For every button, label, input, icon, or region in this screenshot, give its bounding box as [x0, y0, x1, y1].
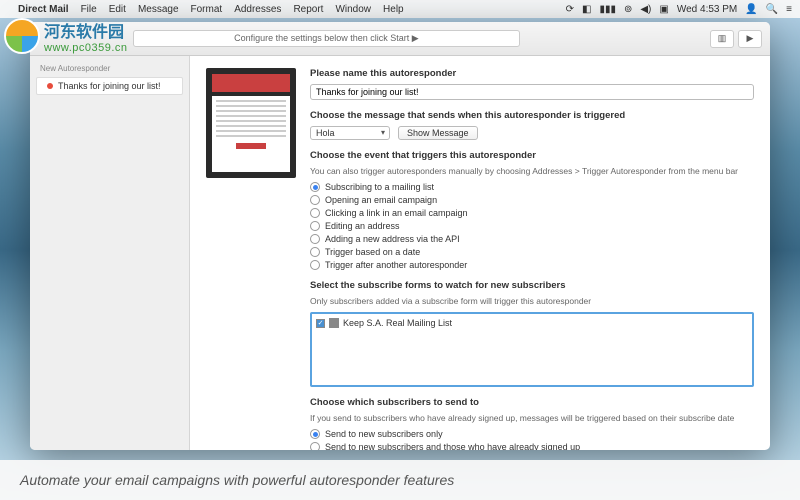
- menu-message[interactable]: Message: [138, 4, 179, 15]
- event-option-click[interactable]: Clicking a link in an email campaign: [310, 208, 754, 218]
- menu-file[interactable]: File: [81, 4, 97, 15]
- event-option-edit[interactable]: Editing an address: [310, 221, 754, 231]
- radio-icon: [310, 429, 320, 439]
- show-message-button[interactable]: Show Message: [398, 126, 478, 140]
- message-section-title: Choose the message that sends when this …: [310, 110, 754, 121]
- app-name[interactable]: Direct Mail: [18, 4, 69, 15]
- wifi-icon[interactable]: ⊚: [624, 4, 632, 15]
- volume-icon[interactable]: ◀): [640, 4, 651, 15]
- sidebar: New Autoresponder Thanks for joining our…: [30, 56, 190, 450]
- status-dot-icon: [47, 83, 53, 89]
- thumb-header-icon: [212, 74, 290, 92]
- checkbox-icon[interactable]: ✓: [316, 319, 325, 328]
- subscribe-forms-listbox[interactable]: ✓ Keep S.A. Real Mailing List: [310, 312, 754, 387]
- event-option-open[interactable]: Opening an email campaign: [310, 195, 754, 205]
- preview-column: [206, 68, 296, 438]
- sync-icon[interactable]: ⟳: [566, 4, 574, 15]
- event-section-subtitle: You can also trigger autoresponders manu…: [310, 166, 754, 176]
- event-radio-group: Subscribing to a mailing list Opening an…: [310, 182, 754, 270]
- subscribers-option-new[interactable]: Send to new subscribers only: [310, 429, 754, 439]
- toolbar: Configure the settings below then click …: [30, 22, 770, 56]
- app-window: Configure the settings below then click …: [30, 22, 770, 450]
- menu-format[interactable]: Format: [191, 4, 223, 15]
- menu-report[interactable]: Report: [293, 4, 323, 15]
- message-preview-thumbnail[interactable]: [206, 68, 296, 178]
- radio-icon: [310, 247, 320, 257]
- list-item-label: Keep S.A. Real Mailing List: [343, 318, 452, 328]
- radio-icon: [310, 234, 320, 244]
- sidebar-item-label: Thanks for joining our list!: [58, 81, 161, 91]
- event-section-title: Choose the event that triggers this auto…: [310, 150, 754, 161]
- event-option-after[interactable]: Trigger after another autoresponder: [310, 260, 754, 270]
- radio-icon: [310, 221, 320, 231]
- radio-icon: [310, 260, 320, 270]
- subscribers-section-subtitle: If you send to subscribers who have alre…: [310, 413, 754, 423]
- form-column: Please name this autoresponder Choose th…: [310, 68, 754, 438]
- name-section-title: Please name this autoresponder: [310, 68, 754, 79]
- radio-icon: [310, 195, 320, 205]
- clock[interactable]: Wed 4:53 PM: [677, 4, 737, 15]
- sidebar-header: New Autoresponder: [30, 62, 189, 77]
- subscribers-section-title: Choose which subscribers to send to: [310, 397, 754, 408]
- forms-section-subtitle: Only subscribers added via a subscribe f…: [310, 296, 754, 306]
- menu-addresses[interactable]: Addresses: [234, 4, 281, 15]
- autoresponder-name-input[interactable]: [310, 84, 754, 100]
- menu-window[interactable]: Window: [335, 4, 371, 15]
- caption-bar: Automate your email campaigns with power…: [0, 460, 800, 500]
- toolbar-play-button[interactable]: ▶: [738, 30, 762, 48]
- power-icon[interactable]: ▣: [659, 4, 668, 15]
- event-option-subscribe[interactable]: Subscribing to a mailing list: [310, 182, 754, 192]
- sidebar-item-autoresponder[interactable]: Thanks for joining our list!: [36, 77, 183, 95]
- stats-icon[interactable]: ◧: [582, 4, 591, 15]
- radio-icon: [310, 208, 320, 218]
- message-select[interactable]: Hola: [310, 126, 390, 140]
- event-option-api[interactable]: Adding a new address via the API: [310, 234, 754, 244]
- menubar: Direct Mail File Edit Message Format Add…: [0, 0, 800, 18]
- event-option-date[interactable]: Trigger based on a date: [310, 247, 754, 257]
- radio-icon: [310, 442, 320, 450]
- menu-icon[interactable]: ≡: [786, 4, 792, 15]
- settings-note: Configure the settings below then click …: [133, 30, 520, 47]
- caption-text: Automate your email campaigns with power…: [20, 472, 454, 488]
- radio-icon: [310, 182, 320, 192]
- list-item[interactable]: ✓ Keep S.A. Real Mailing List: [316, 318, 748, 328]
- subscribers-radio-group: Send to new subscribers only Send to new…: [310, 429, 754, 450]
- user-icon[interactable]: 👤: [745, 4, 757, 15]
- menu-help[interactable]: Help: [383, 4, 404, 15]
- battery-icon[interactable]: ▮▮▮: [599, 4, 616, 15]
- menu-edit[interactable]: Edit: [109, 4, 126, 15]
- toolbar-chart-button[interactable]: ▥: [710, 30, 734, 48]
- search-icon[interactable]: 🔍: [766, 4, 778, 15]
- subscribers-option-all[interactable]: Send to new subscribers and those who ha…: [310, 442, 754, 450]
- forms-section-title: Select the subscribe forms to watch for …: [310, 280, 754, 291]
- main-panel: Please name this autoresponder Choose th…: [190, 56, 770, 450]
- list-icon: [329, 318, 339, 328]
